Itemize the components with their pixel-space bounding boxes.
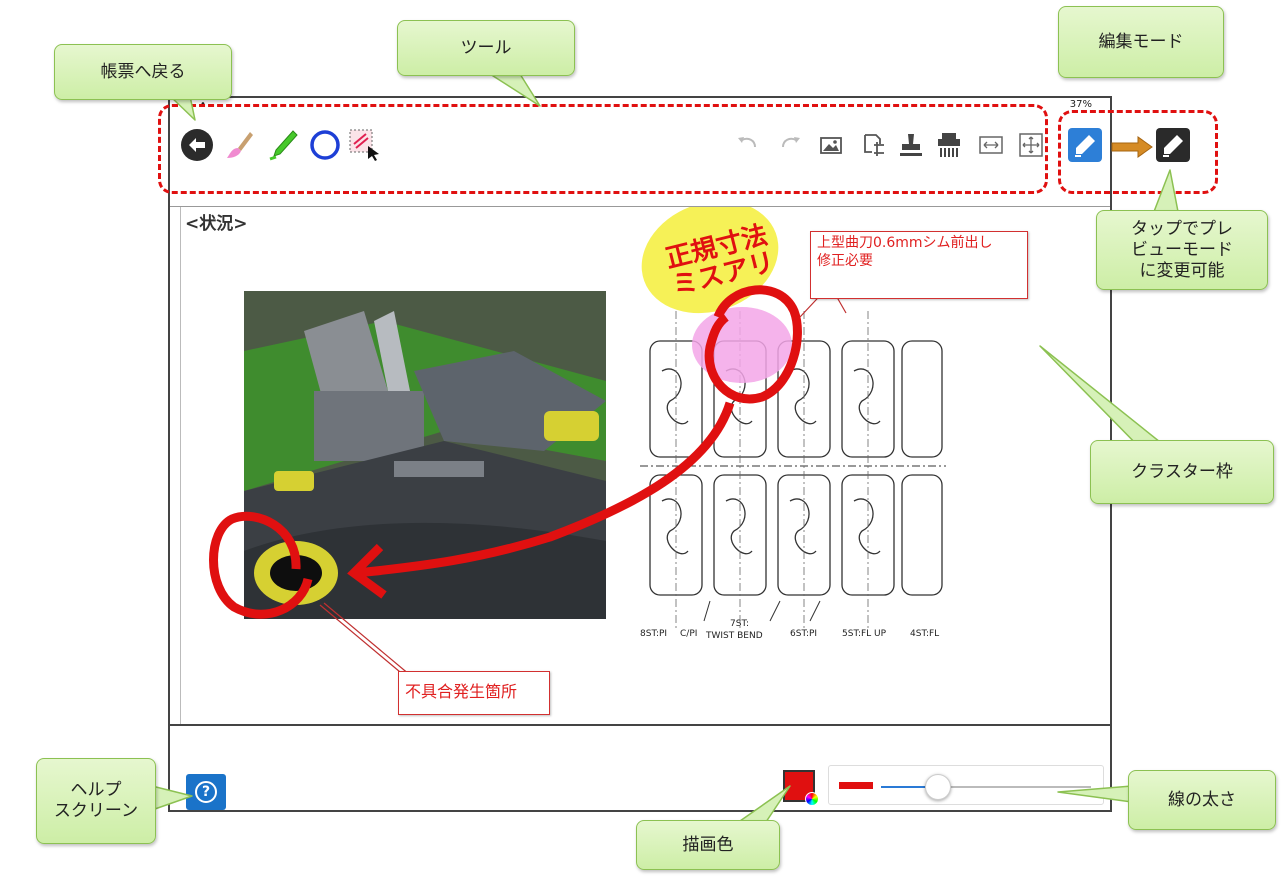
callout-defect-location[interactable]: 不具合発生箇所 <box>398 671 550 715</box>
line-width-slider[interactable] <box>881 774 1091 800</box>
tools-highlight <box>158 104 1048 194</box>
callout-top-note[interactable]: 上型曲刀0.6mmシム前出し 修正必要 <box>810 231 1028 299</box>
bubble-back-to-form: 帳票へ戻る <box>54 44 232 100</box>
cluster-frame[interactable]: <状況> 8ST:PI C/PI 7ST: TWIST BEND 6ST:PI … <box>170 206 1110 725</box>
slider-thumb[interactable] <box>924 774 951 800</box>
bubble-help-screen: ヘルプ スクリーン <box>36 758 156 844</box>
color-wheel-icon <box>805 792 819 806</box>
bubble-draw-color: 描画色 <box>636 820 780 870</box>
bubble-cluster-frame: クラスター枠 <box>1090 440 1274 504</box>
line-width-preview <box>839 782 873 789</box>
bubble-tools: ツール <box>397 20 575 76</box>
bubble-edit-mode: 編集モード <box>1058 6 1224 78</box>
help-button[interactable]: ? <box>186 774 226 810</box>
device-screen: • 37% <状況> 8ST:PI C/PI 7ST: TWIST BEND 6… <box>168 96 1190 812</box>
mode-highlight <box>1058 110 1218 194</box>
battery-level: 37% <box>1069 99 1092 110</box>
help-symbol: ? <box>201 784 211 800</box>
line-width-control <box>828 765 1104 805</box>
draw-color-button[interactable] <box>783 770 819 806</box>
bubble-line-width: 線の太さ <box>1128 770 1276 830</box>
bubble-preview-mode: タップでプレ ビューモード に変更可能 <box>1096 210 1268 290</box>
